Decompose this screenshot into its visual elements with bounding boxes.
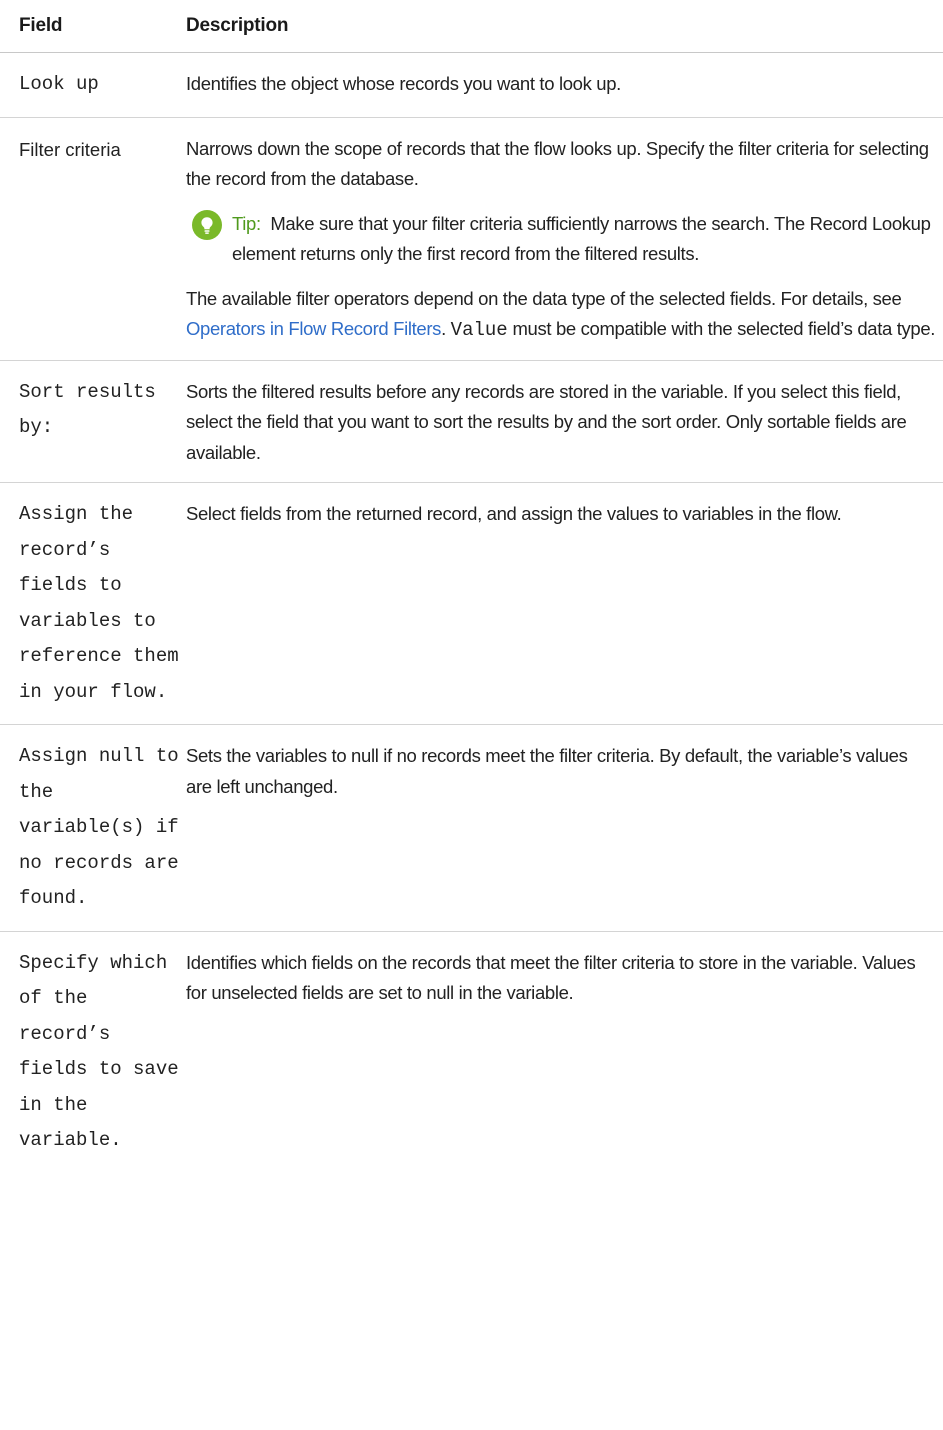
tip-text: Make sure that your filter criteria suff… — [232, 212, 931, 265]
table-row: Look up Identifies the object whose reco… — [0, 52, 943, 118]
table-header-row: Field Description — [0, 0, 943, 53]
description-text: Identifies the object whose records you … — [186, 73, 621, 94]
description-cell: Identifies the object whose records you … — [186, 52, 943, 118]
column-header-field: Field — [0, 0, 186, 53]
description-text: Narrows down the scope of records that t… — [186, 137, 929, 190]
table-row: Filter criteria Narrows down the scope o… — [0, 117, 943, 361]
field-cell: Specify which of the record’s fields to … — [0, 931, 186, 1173]
description-text: Select fields from the returned record, … — [186, 503, 842, 524]
field-name: Filter criteria — [19, 138, 121, 160]
operators-link[interactable]: Operators in Flow Record Filters — [186, 318, 441, 339]
description-text: Sets the variables to null if no records… — [186, 745, 908, 797]
table-row: Specify which of the record’s fields to … — [0, 931, 943, 1173]
table-row: Assign null to the variable(s) if no rec… — [0, 724, 943, 932]
description-text: Identifies which fields on the records t… — [186, 951, 916, 1004]
field-name: Specify which of the record’s fields to … — [19, 951, 179, 1152]
description-cell: Select fields from the returned record, … — [186, 482, 943, 725]
field-name: Look up — [19, 73, 99, 95]
column-header-description: Description — [186, 0, 943, 53]
inline-code-value: Value — [450, 319, 508, 341]
description-cell: Narrows down the scope of records that t… — [186, 117, 943, 361]
description-cell: Identifies which fields on the records t… — [186, 931, 943, 1173]
field-name: Assign the record’s fields to variables … — [19, 503, 179, 703]
field-cell: Assign the record’s fields to variables … — [0, 482, 186, 725]
note-separator: . — [441, 318, 451, 339]
note-end: must be compatible with the selected fie… — [507, 318, 936, 339]
field-name: Assign null to the variable(s) if no rec… — [19, 745, 179, 909]
table-row: Assign the record’s fields to variables … — [0, 482, 943, 725]
description-text: Sorts the filtered results before any re… — [186, 380, 907, 463]
table-row: Sort results by: Sorts the filtered resu… — [0, 360, 943, 483]
lightbulb-icon — [192, 209, 222, 240]
note-text: The available filter operators depend on… — [186, 287, 902, 309]
tip-callout: Tip: Make sure that your filter criteria… — [186, 209, 937, 270]
field-cell: Sort results by: — [0, 360, 186, 483]
field-cell: Look up — [0, 52, 186, 118]
tip-label: Tip: — [232, 212, 261, 234]
tip-text-block: Tip: Make sure that your filter criteria… — [232, 209, 937, 270]
description-cell: Sorts the filtered results before any re… — [186, 360, 943, 483]
fields-table: Field Description Look up Identifies the… — [0, 0, 943, 1173]
field-cell: Assign null to the variable(s) if no rec… — [0, 724, 186, 932]
field-cell: Filter criteria — [0, 117, 186, 361]
field-name: Sort results by: — [19, 380, 156, 439]
description-cell: Sets the variables to null if no records… — [186, 724, 943, 932]
filter-note: The available filter operators depend on… — [186, 284, 937, 346]
